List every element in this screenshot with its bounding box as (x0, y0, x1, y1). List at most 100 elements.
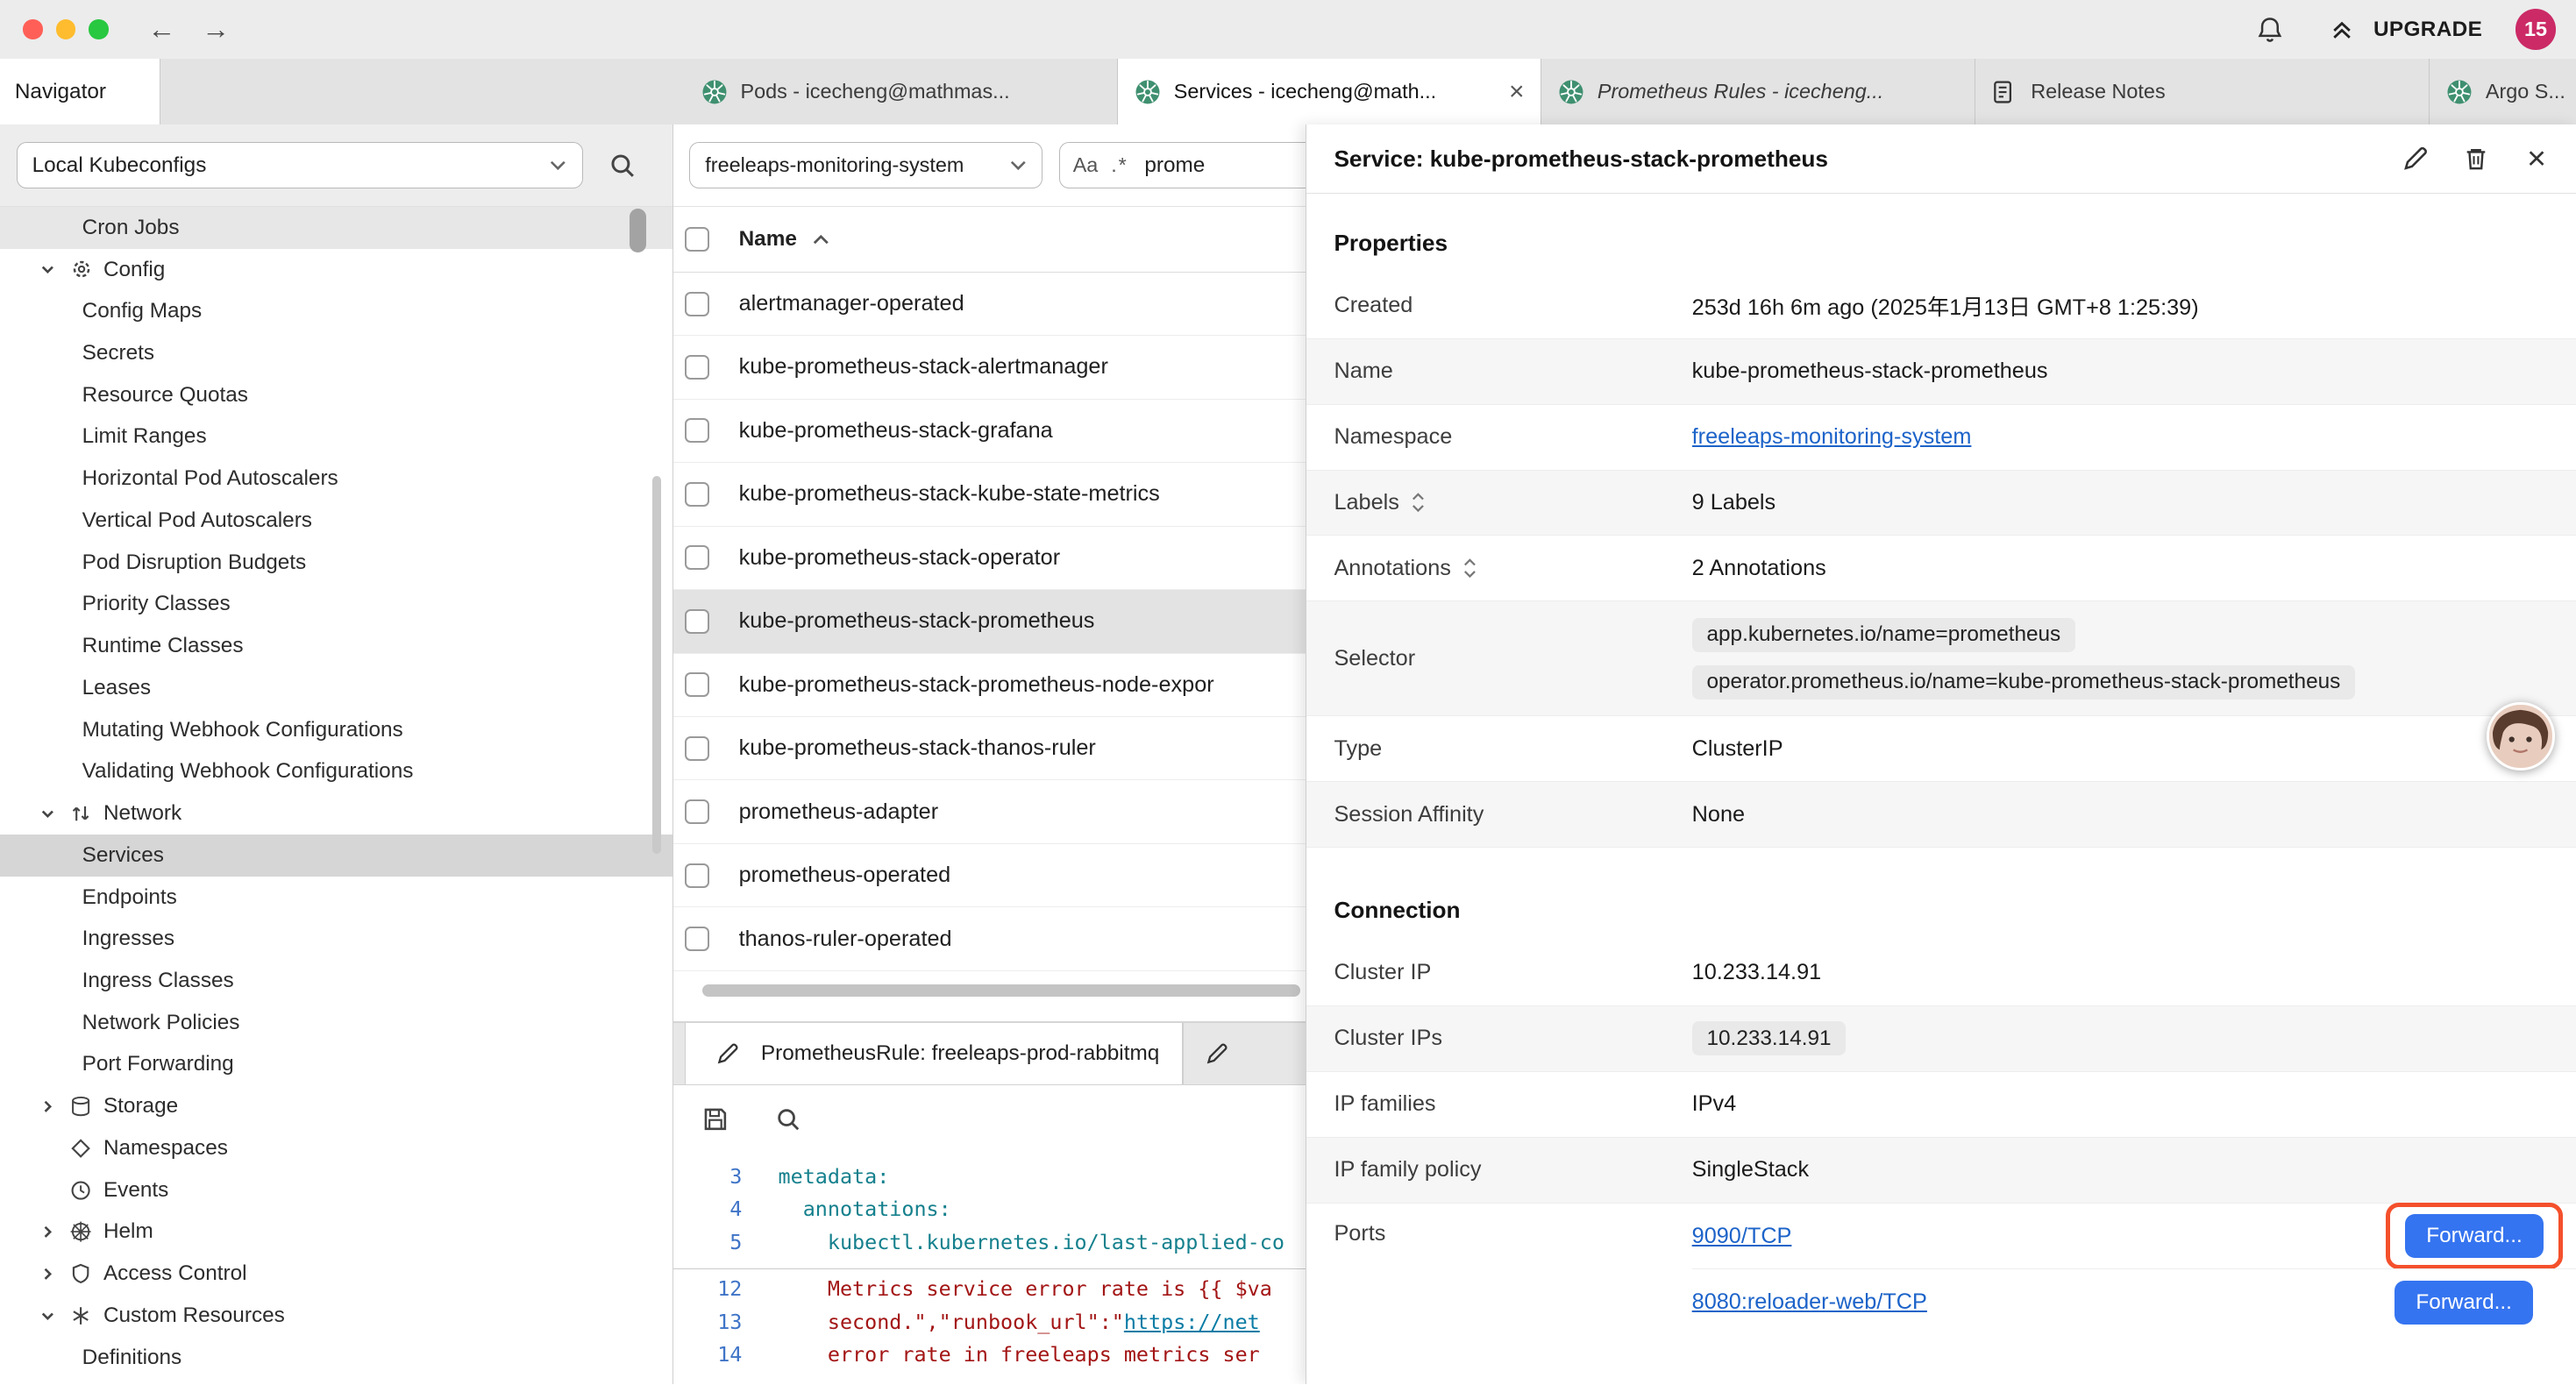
sidebar-scrollbar-thumb[interactable] (630, 209, 646, 253)
row-checkbox[interactable] (685, 672, 709, 697)
row-checkbox[interactable] (685, 418, 709, 443)
row-checkbox[interactable] (685, 609, 709, 634)
sidebar-item-horizontal-pod-autoscalers[interactable]: Horizontal Pod Autoscalers (0, 458, 672, 500)
close-window-button[interactable] (23, 19, 42, 39)
sidebar-item-custom-resources[interactable]: Custom Resources (0, 1295, 672, 1337)
bell-icon[interactable] (2251, 10, 2290, 49)
port-link[interactable]: 9090/TCP (1692, 1224, 1792, 1249)
forward-button-nav[interactable]: → (202, 13, 230, 46)
save-icon[interactable] (696, 1100, 736, 1140)
port-link[interactable]: 8080:reloader-web/TCP (1692, 1289, 1927, 1315)
row-checkbox[interactable] (685, 292, 709, 316)
tab-prometheus-rules-icecheng[interactable]: Prometheus Rules - icecheng... (1541, 59, 1975, 124)
sidebar-item-pod-disruption-budgets[interactable]: Pod Disruption Budgets (0, 542, 672, 584)
tab-services-icecheng-math[interactable]: Services - icecheng@math...× (1118, 59, 1541, 124)
sidebar-item-leases[interactable]: Leases (0, 667, 672, 709)
sidebar-item-storage[interactable]: Storage (0, 1085, 672, 1127)
forward-button[interactable]: Forward... (2395, 1281, 2533, 1325)
sidebar-item-endpoints[interactable]: Endpoints (0, 877, 672, 919)
tab-label: Pods - icecheng@mathmas... (740, 80, 1100, 103)
select-all-checkbox[interactable] (685, 227, 709, 252)
sidebar-item-label: Mutating Webhook Configurations (82, 718, 403, 742)
sidebar-item-secrets[interactable]: Secrets (0, 332, 672, 374)
property-row-cluster-ips: Cluster IPs10.233.14.91 (1306, 1006, 2576, 1072)
row-checkbox[interactable] (685, 927, 709, 951)
row-checkbox[interactable] (685, 355, 709, 380)
editor-tab-next[interactable] (1183, 1023, 1249, 1084)
sidebar-item-helm[interactable]: Helm (0, 1211, 672, 1254)
sort-ascending-icon[interactable] (812, 227, 830, 252)
chevron-down-icon[interactable] (39, 1308, 62, 1325)
sidebar-item-namespaces[interactable]: Namespaces (0, 1127, 672, 1169)
sidebar-item-cron-jobs[interactable]: Cron Jobs (0, 207, 672, 249)
sidebar-item-label: Namespaces (103, 1136, 228, 1161)
chevron-down-icon[interactable] (39, 806, 62, 822)
chevron-down-icon[interactable] (39, 261, 62, 278)
sort-updown-icon[interactable] (1411, 493, 1426, 512)
sidebar-item-label: Pod Disruption Budgets (82, 550, 307, 575)
sidebar-item-port-forwarding[interactable]: Port Forwarding (0, 1044, 672, 1086)
sidebar-scrollbar-thumb-secondary[interactable] (652, 476, 660, 854)
sidebar-item-label: Priority Classes (82, 592, 231, 616)
avatar[interactable] (2487, 702, 2554, 770)
value-chip: 10.233.14.91 (1692, 1021, 1847, 1055)
sidebar-item-validating-webhook-configurations[interactable]: Validating Webhook Configurations (0, 750, 672, 792)
search-icon[interactable] (602, 146, 642, 185)
editor-search-icon[interactable] (768, 1100, 808, 1140)
tab-argo-s[interactable]: Argo S... (2430, 59, 2576, 124)
close-tab-icon[interactable]: × (1509, 77, 1525, 107)
sort-updown-icon[interactable] (1462, 558, 1477, 578)
navigator-tab[interactable]: Navigator (0, 59, 160, 124)
namespace-select[interactable]: freeleaps-monitoring-system (689, 142, 1042, 188)
row-checkbox[interactable] (685, 799, 709, 824)
row-checkbox[interactable] (685, 863, 709, 888)
sidebar-item-vertical-pod-autoscalers[interactable]: Vertical Pod Autoscalers (0, 500, 672, 542)
sidebar-item-access-control[interactable]: Access Control (0, 1253, 672, 1295)
horizontal-scrollbar-thumb[interactable] (702, 984, 1300, 996)
notification-badge[interactable]: 15 (2516, 9, 2557, 50)
sidebar-item-ingress-classes[interactable]: Ingress Classes (0, 960, 672, 1002)
row-checkbox[interactable] (685, 545, 709, 570)
pencil-icon (1197, 1033, 1236, 1073)
close-icon[interactable]: × (2520, 142, 2552, 174)
upgrade-button[interactable]: UPGRADE (2323, 10, 2482, 49)
sidebar-item-config-maps[interactable]: Config Maps (0, 290, 672, 332)
row-checkbox[interactable] (685, 736, 709, 761)
property-label: Created (1334, 293, 1691, 318)
chevron-right-icon[interactable] (39, 1098, 62, 1115)
forward-button[interactable]: Forward... (2405, 1214, 2544, 1258)
name-column-header[interactable]: Name (739, 227, 797, 252)
sidebar-item-network[interactable]: Network (0, 792, 672, 835)
property-row-ip-family-policy: IP family policySingleStack (1306, 1138, 2576, 1204)
editor-tab-prometheusrule[interactable]: PrometheusRule: freeleaps-prod-rabbitmq (685, 1023, 1184, 1084)
sidebar-item-runtime-classes[interactable]: Runtime Classes (0, 625, 672, 667)
sidebar-item-services[interactable]: Services (0, 835, 672, 877)
trash-icon[interactable] (2459, 142, 2492, 174)
edit-icon[interactable] (2399, 142, 2431, 174)
back-button[interactable]: ← (147, 13, 175, 46)
sidebar-item-label: Storage (103, 1094, 178, 1119)
sidebar-item-network-policies[interactable]: Network Policies (0, 1002, 672, 1044)
zoom-window-button[interactable] (89, 19, 108, 39)
sidebar-item-resource-quotas[interactable]: Resource Quotas (0, 374, 672, 416)
sidebar-item-limit-ranges[interactable]: Limit Ranges (0, 416, 672, 458)
property-label: Type (1334, 736, 1691, 762)
property-label: Namespace (1334, 424, 1691, 450)
kubeconfig-select[interactable]: Local Kubeconfigs (17, 142, 583, 188)
sidebar-item-priority-classes[interactable]: Priority Classes (0, 584, 672, 626)
namespace-link[interactable]: freeleaps-monitoring-system (1692, 424, 1972, 449)
match-case-toggle[interactable]: Aa (1073, 153, 1099, 177)
regex-toggle[interactable]: .* (1111, 153, 1128, 177)
chevron-right-icon[interactable] (39, 1266, 62, 1282)
chevron-right-icon[interactable] (39, 1224, 62, 1240)
sidebar-item-events[interactable]: Events (0, 1169, 672, 1211)
sidebar-item-ingresses[interactable]: Ingresses (0, 918, 672, 960)
tab-release-notes[interactable]: Release Notes (1975, 59, 2430, 124)
sidebar-item-mutating-webhook-configurations[interactable]: Mutating Webhook Configurations (0, 709, 672, 751)
minimize-window-button[interactable] (56, 19, 75, 39)
tab-pods-icecheng-mathmas[interactable]: Pods - icecheng@mathmas... (685, 59, 1118, 124)
row-checkbox[interactable] (685, 482, 709, 507)
sidebar-item-definitions[interactable]: Definitions (0, 1337, 672, 1379)
service-name: kube-prometheus-stack-operator (739, 545, 1061, 571)
sidebar-item-config[interactable]: Config (0, 249, 672, 291)
